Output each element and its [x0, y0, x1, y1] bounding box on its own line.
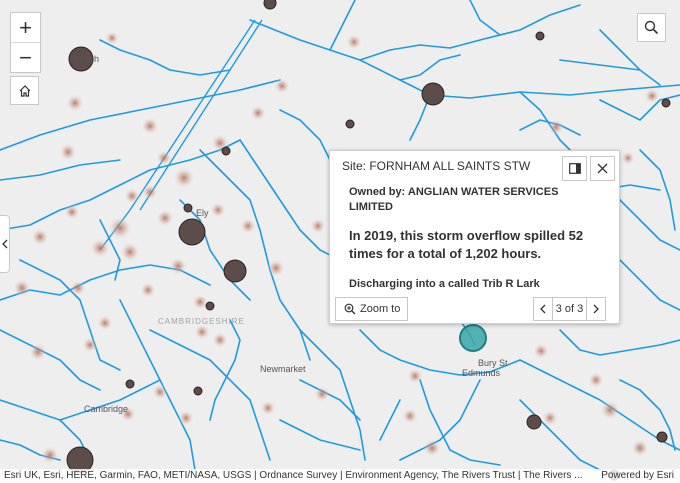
zoom-controls: + −	[10, 12, 41, 73]
site-marker	[178, 218, 206, 246]
search-button[interactable]	[637, 13, 666, 42]
place-label-bury: Bury St	[478, 358, 508, 368]
discharge-text: Discharging into a called Trib R Lark	[349, 278, 540, 290]
close-popup-button[interactable]	[590, 156, 615, 181]
feature-pager: 3 of 3	[533, 297, 606, 321]
place-label-ely: Ely	[196, 208, 209, 218]
site-marker	[221, 146, 231, 156]
chevron-left-icon	[1, 239, 7, 249]
site-marker	[263, 0, 277, 10]
minus-icon: −	[19, 44, 32, 70]
site-marker	[656, 431, 668, 443]
place-label-march: March	[74, 54, 99, 64]
close-icon	[597, 163, 608, 174]
site-marker	[421, 82, 445, 106]
place-label-cambridge: Cambridge	[84, 404, 128, 414]
site-marker	[125, 379, 135, 389]
site-marker	[345, 119, 355, 129]
previous-feature-button[interactable]	[533, 297, 553, 321]
zoom-to-icon	[344, 303, 356, 315]
chevron-right-icon	[593, 304, 599, 314]
search-icon	[644, 20, 659, 35]
selected-site-marker[interactable]	[459, 324, 487, 352]
home-icon	[19, 84, 30, 97]
dock-popup-button[interactable]	[562, 156, 587, 181]
site-marker	[205, 301, 215, 311]
attribution-bar: Esri UK, Esri, HERE, Garmin, FAO, METI/N…	[0, 469, 680, 483]
popup-title: Site: FORNHAM ALL SAINTS STW	[342, 159, 531, 173]
feature-popup: Site: FORNHAM ALL SAINTS STW Owned by: A…	[329, 150, 620, 324]
dock-icon	[568, 163, 581, 174]
chevron-left-icon	[540, 304, 546, 314]
collapse-panel-button[interactable]	[0, 215, 10, 273]
spill-summary: In 2019, this storm overflow spilled 52 …	[349, 228, 584, 261]
zoom-to-label: Zoom to	[360, 303, 401, 315]
home-button[interactable]	[10, 76, 39, 105]
popup-content: Owned by: ANGLIAN WATER SERVICES LIMITED…	[349, 185, 604, 292]
site-marker	[223, 259, 247, 283]
road-lines	[99, 19, 263, 251]
next-feature-button[interactable]	[586, 297, 606, 321]
site-marker	[535, 31, 545, 41]
owner-text: Owned by: ANGLIAN WATER SERVICES LIMITED	[349, 186, 559, 213]
place-label-edmunds: Edmunds	[462, 368, 501, 378]
site-marker	[526, 414, 542, 430]
place-label-newmarket: Newmarket	[260, 364, 306, 374]
place-label-cambridgeshire: CAMBRIDGESHIRE	[158, 317, 245, 326]
attribution-text[interactable]: Esri UK, Esri, HERE, Garmin, FAO, METI/N…	[4, 469, 583, 483]
feature-page-count: 3 of 3	[553, 297, 586, 321]
zoom-out-button[interactable]: −	[11, 42, 40, 72]
zoom-to-button[interactable]: Zoom to	[335, 297, 408, 321]
site-marker	[183, 203, 193, 213]
zoom-in-button[interactable]: +	[11, 13, 40, 42]
site-marker	[661, 98, 671, 108]
powered-by-esri[interactable]: Powered by Esri	[601, 469, 674, 483]
plus-icon: +	[19, 14, 32, 40]
site-marker	[193, 386, 203, 396]
